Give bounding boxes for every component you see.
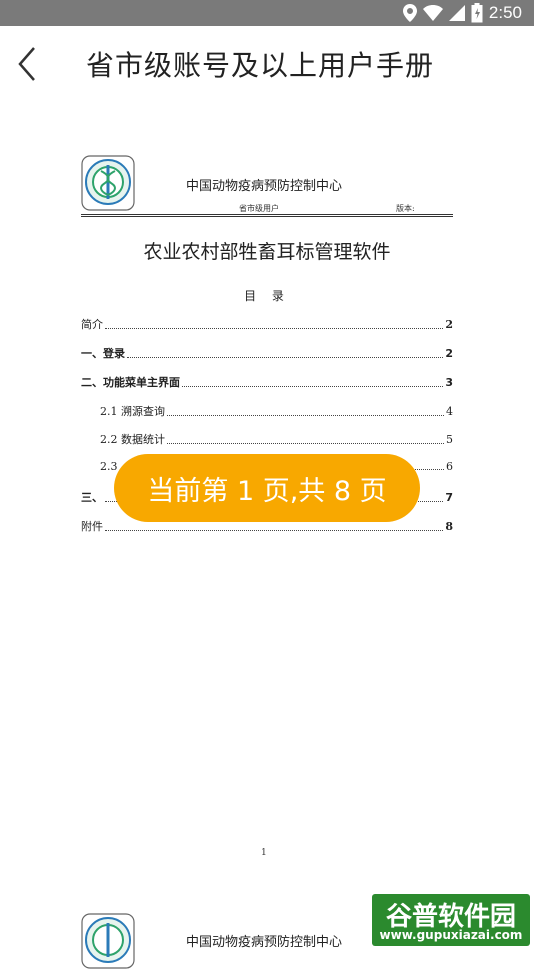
watermark-logo: 谷普软件园 www.gupuxiazai.com <box>372 894 530 946</box>
page-number: 1 <box>261 848 267 858</box>
toc-item[interactable]: 2.2 数据统计 5 <box>100 431 453 447</box>
toc-leader <box>167 442 444 444</box>
toc-item-label: 2.1 溯源查询 <box>100 405 165 418</box>
toc-item[interactable]: 一、登录 2 <box>81 345 453 361</box>
header-rule <box>81 214 453 215</box>
toc-item-page: 2 <box>445 347 453 360</box>
toc-item-page: 8 <box>445 520 453 533</box>
org-logo-icon <box>81 913 135 969</box>
toc-item[interactable]: 二、功能菜单主界面 3 <box>81 374 453 390</box>
wifi-icon <box>422 5 443 21</box>
header-user-level: 省市级用户 <box>239 204 279 213</box>
location-icon <box>402 4 417 22</box>
watermark-url: www.gupuxiazai.com <box>379 928 523 942</box>
toc-item-label: 附件 <box>81 520 103 533</box>
toc-item-label: 简介 <box>81 318 103 331</box>
toc-item-page: 2 <box>445 318 453 331</box>
toc-item-label: 三、 <box>81 491 103 504</box>
battery-icon <box>471 3 483 23</box>
toc-item-page: 6 <box>446 460 453 473</box>
toc-item-label: 二、功能菜单主界面 <box>81 376 180 389</box>
toc-item-label: 2.2 数据统计 <box>100 433 165 446</box>
toc-item-label: 一、登录 <box>81 347 125 360</box>
document-header: 中国动物疫病预防控制中心 省市级用户 版本: <box>81 150 453 217</box>
toc-leader <box>127 356 444 358</box>
header-version: 版本: <box>396 204 415 213</box>
page-indicator-toast: 当前第 1 页,共 8 页 <box>114 454 420 522</box>
toc-leader <box>182 385 444 387</box>
toc-heading: 目 录 <box>244 289 290 303</box>
toc-leader <box>105 529 444 531</box>
toc-item-page: 3 <box>445 376 453 389</box>
toc-item-page: 4 <box>446 405 453 418</box>
org-name: 中国动物疫病预防控制中心 <box>186 179 343 194</box>
status-bar: 2:50 <box>0 0 534 26</box>
status-icons: 2:50 <box>402 3 522 23</box>
app-bar: 省市级账号及以上用户手册 <box>0 26 534 102</box>
toc-item[interactable]: 简介 2 <box>81 316 453 332</box>
document-page[interactable]: 中国动物疫病预防控制中心 省市级用户 版本: 农业农村部牲畜耳标管理软件 目 录… <box>81 150 453 858</box>
org-name: 中国动物疫病预防控制中心 <box>186 935 343 950</box>
page-title: 省市级账号及以上用户手册 <box>86 49 435 82</box>
document-title: 农业农村部牲畜耳标管理软件 <box>143 241 391 263</box>
back-arrow-icon[interactable] <box>12 42 48 86</box>
toc-leader <box>167 414 444 416</box>
toc-item-label: 2.3 <box>100 460 118 473</box>
toc-item-page: 5 <box>446 433 453 446</box>
toc-item-page: 7 <box>445 491 453 504</box>
toc-item[interactable]: 2.1 溯源查询 4 <box>100 403 453 419</box>
header-rule <box>81 216 453 217</box>
toc-leader <box>105 327 444 329</box>
org-logo-icon <box>81 155 135 211</box>
clock: 2:50 <box>488 3 522 22</box>
signal-icon <box>448 5 465 21</box>
